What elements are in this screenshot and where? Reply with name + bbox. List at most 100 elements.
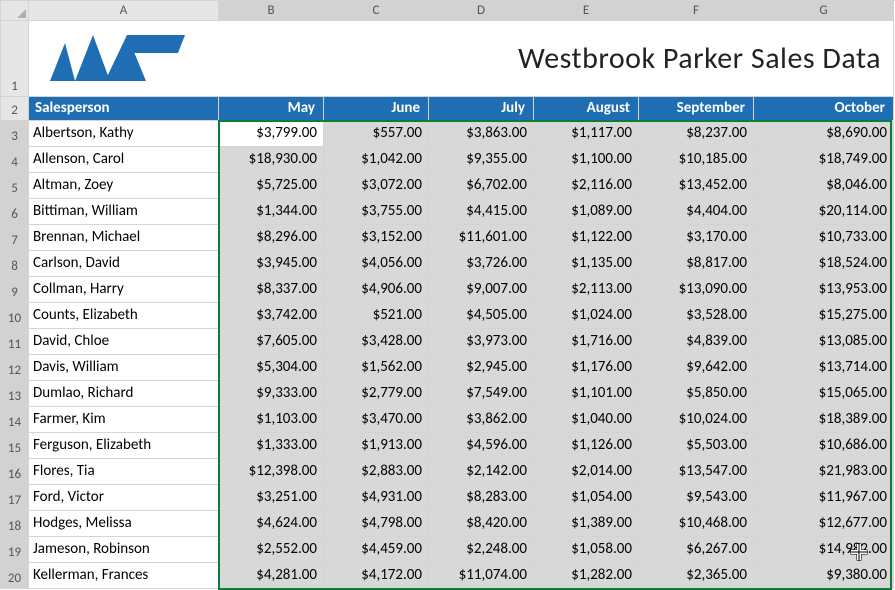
column-header[interactable]: July [429, 97, 534, 121]
cell-value[interactable]: $9,333.00 [219, 381, 324, 407]
cell-value[interactable]: $8,296.00 [219, 225, 324, 251]
cell-name[interactable]: Altman, Zoey [29, 173, 219, 199]
cell-value[interactable]: $13,452.00 [639, 173, 754, 199]
spreadsheet-grid[interactable]: ABCDEFG1Westbrook Parker Sales Data2Sale… [0, 0, 895, 589]
cell-name[interactable]: Allenson, Carol [29, 147, 219, 173]
cell-value[interactable]: $8,690.00 [754, 121, 894, 147]
cell-value[interactable]: $2,014.00 [534, 459, 639, 485]
cell-value[interactable]: $8,420.00 [429, 511, 534, 537]
cell-value[interactable]: $1,024.00 [534, 303, 639, 329]
column-header[interactable]: May [219, 97, 324, 121]
row-header-8[interactable]: 8 [1, 251, 29, 277]
cell-value[interactable]: $3,799.00 [219, 121, 324, 147]
col-header-C[interactable]: C [324, 1, 429, 21]
col-header-B[interactable]: B [219, 1, 324, 21]
cell-value[interactable]: $5,850.00 [639, 381, 754, 407]
cell-value[interactable]: $3,072.00 [324, 173, 429, 199]
row-header-14[interactable]: 14 [1, 407, 29, 433]
cell-value[interactable]: $3,742.00 [219, 303, 324, 329]
cell-value[interactable]: $2,365.00 [639, 563, 754, 589]
row-header-5[interactable]: 5 [1, 173, 29, 199]
cell-value[interactable]: $3,973.00 [429, 329, 534, 355]
cell-value[interactable]: $1,344.00 [219, 199, 324, 225]
cell-value[interactable]: $3,428.00 [324, 329, 429, 355]
cell-value[interactable]: $1,101.00 [534, 381, 639, 407]
cell-value[interactable]: $2,142.00 [429, 459, 534, 485]
cell-value[interactable]: $13,714.00 [754, 355, 894, 381]
cell-value[interactable]: $2,113.00 [534, 277, 639, 303]
cell-value[interactable]: $7,605.00 [219, 329, 324, 355]
cell-value[interactable]: $3,528.00 [639, 303, 754, 329]
cell-name[interactable]: Hodges, Melissa [29, 511, 219, 537]
cell-value[interactable]: $1,117.00 [534, 121, 639, 147]
cell-name[interactable]: Brennan, Michael [29, 225, 219, 251]
cell-value[interactable]: $4,505.00 [429, 303, 534, 329]
cell-value[interactable]: $4,459.00 [324, 537, 429, 563]
cell-value[interactable]: $8,046.00 [754, 173, 894, 199]
cell-value[interactable]: $4,596.00 [429, 433, 534, 459]
cell-value[interactable]: $18,749.00 [754, 147, 894, 173]
col-header-D[interactable]: D [429, 1, 534, 21]
cell-value[interactable]: $557.00 [324, 121, 429, 147]
cell-value[interactable]: $12,398.00 [219, 459, 324, 485]
cell-value[interactable]: $1,100.00 [534, 147, 639, 173]
cell-value[interactable]: $1,054.00 [534, 485, 639, 511]
cell-value[interactable]: $10,468.00 [639, 511, 754, 537]
row-header-6[interactable]: 6 [1, 199, 29, 225]
cell-value[interactable]: $1,333.00 [219, 433, 324, 459]
row-header-18[interactable]: 18 [1, 511, 29, 537]
cell-value[interactable]: $5,503.00 [639, 433, 754, 459]
cell-value[interactable]: $20,114.00 [754, 199, 894, 225]
column-header[interactable]: September [639, 97, 754, 121]
cell-value[interactable]: $4,906.00 [324, 277, 429, 303]
cell-value[interactable]: $10,686.00 [754, 433, 894, 459]
cell-value[interactable]: $18,389.00 [754, 407, 894, 433]
cell-value[interactable]: $13,085.00 [754, 329, 894, 355]
cell-value[interactable]: $4,624.00 [219, 511, 324, 537]
cell-value[interactable]: $8,817.00 [639, 251, 754, 277]
cell-value[interactable]: $4,415.00 [429, 199, 534, 225]
cell-value[interactable]: $2,552.00 [219, 537, 324, 563]
cell-value[interactable]: $4,281.00 [219, 563, 324, 589]
column-header[interactable]: June [324, 97, 429, 121]
cell-value[interactable]: $11,967.00 [754, 485, 894, 511]
cell-value[interactable]: $15,065.00 [754, 381, 894, 407]
cell-value[interactable]: $3,945.00 [219, 251, 324, 277]
row-header-9[interactable]: 9 [1, 277, 29, 303]
cell-value[interactable]: $7,549.00 [429, 381, 534, 407]
row-header-7[interactable]: 7 [1, 225, 29, 251]
cell-name[interactable]: Ferguson, Elizabeth [29, 433, 219, 459]
cell-name[interactable]: Dumlao, Richard [29, 381, 219, 407]
cell-value[interactable]: $3,862.00 [429, 407, 534, 433]
cell-value[interactable]: $9,543.00 [639, 485, 754, 511]
cell-value[interactable]: $3,152.00 [324, 225, 429, 251]
cell-value[interactable]: $1,103.00 [219, 407, 324, 433]
row-header-15[interactable]: 15 [1, 433, 29, 459]
cell-value[interactable]: $1,176.00 [534, 355, 639, 381]
cell-value[interactable]: $1,913.00 [324, 433, 429, 459]
cell-value[interactable]: $12,677.00 [754, 511, 894, 537]
row-header-10[interactable]: 10 [1, 303, 29, 329]
cell-name[interactable]: Flores, Tia [29, 459, 219, 485]
cell-value[interactable]: $4,172.00 [324, 563, 429, 589]
cell-value[interactable]: $1,122.00 [534, 225, 639, 251]
cell-value[interactable]: $8,237.00 [639, 121, 754, 147]
cell-name[interactable]: Kellerman, Frances [29, 563, 219, 589]
cell-value[interactable]: $4,404.00 [639, 199, 754, 225]
cell-value[interactable]: $2,883.00 [324, 459, 429, 485]
row-header-2[interactable]: 2 [1, 97, 29, 121]
cell-value[interactable]: $8,283.00 [429, 485, 534, 511]
select-all-corner[interactable] [1, 1, 29, 21]
cell-value[interactable]: $3,863.00 [429, 121, 534, 147]
cell-value[interactable]: $4,931.00 [324, 485, 429, 511]
cell-name[interactable]: Ford, Victor [29, 485, 219, 511]
cell-value[interactable]: $521.00 [324, 303, 429, 329]
cell-value[interactable]: $1,058.00 [534, 537, 639, 563]
col-header-E[interactable]: E [534, 1, 639, 21]
cell-value[interactable]: $4,839.00 [639, 329, 754, 355]
title-cell[interactable]: Westbrook Parker Sales Data [29, 21, 894, 97]
cell-value[interactable]: $1,562.00 [324, 355, 429, 381]
cell-value[interactable]: $10,024.00 [639, 407, 754, 433]
cell-value[interactable]: $3,251.00 [219, 485, 324, 511]
row-header-19[interactable]: 19 [1, 537, 29, 563]
